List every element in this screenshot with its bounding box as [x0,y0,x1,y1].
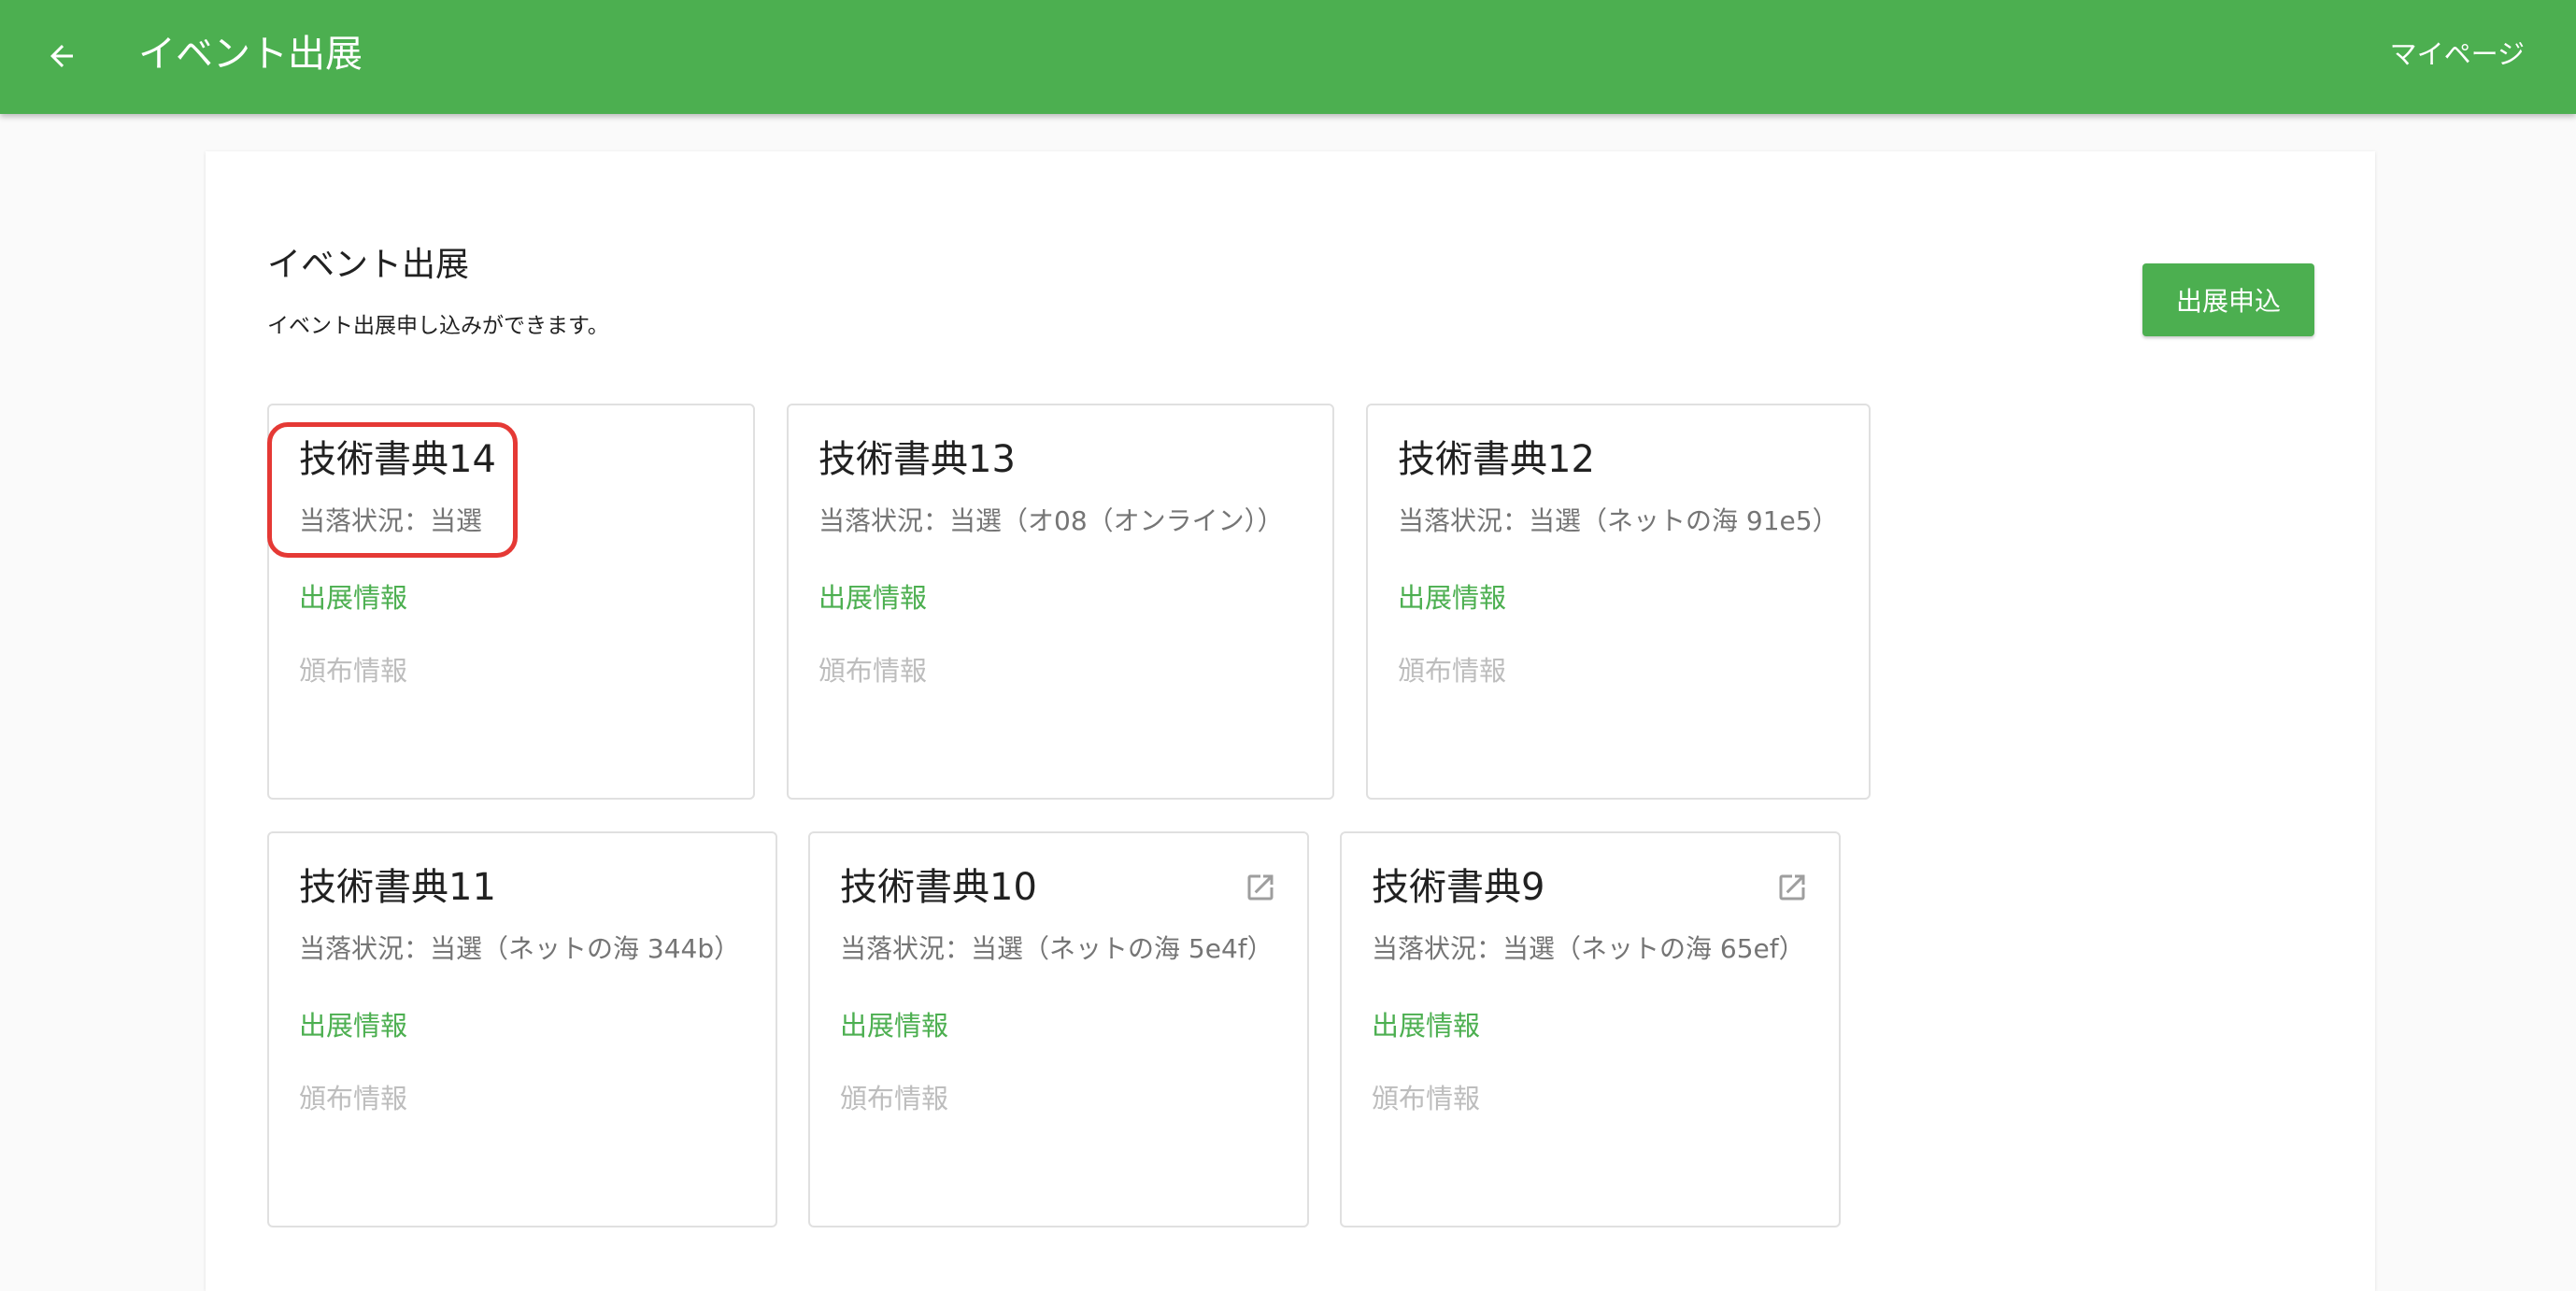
event-card: 技術書典10 当落状況：当選（ネットの海 5e4f） 出展情報 頒布情報 [808,831,1309,1227]
distribution-info-link: 頒布情報 [1372,1083,1481,1114]
lottery-status: 当落状況：当選（ネットの海 91e5） [1398,505,1839,536]
mypage-link[interactable]: マイページ [2390,34,2525,75]
exhibit-info-link[interactable]: 出展情報 [299,1007,407,1044]
distribution-info-link: 頒布情報 [299,1083,408,1114]
event-title: 技術書典12 [1398,438,1595,481]
event-title: 技術書典11 [299,866,496,909]
event-card: 技術書典14 当落状況：当選 出展情報 頒布情報 [267,404,755,800]
back-button[interactable] [36,30,88,82]
exhibit-info-link[interactable]: 出展情報 [299,579,407,617]
lottery-status: 当落状況：当選（オ08（オンライン）） [818,505,1284,536]
exhibit-info-link[interactable]: 出展情報 [840,1007,948,1044]
distribution-info-link: 頒布情報 [840,1083,949,1114]
exhibit-info-link[interactable]: 出展情報 [818,579,927,617]
arrow-left-icon [50,45,73,67]
lottery-status: 当落状況：当選（ネットの海 5e4f） [840,933,1274,964]
app-bar: イベント出展 マイページ [0,0,2576,114]
apply-button[interactable]: 出展申込 [2142,263,2314,336]
event-title: 技術書典10 [840,866,1037,909]
app-title: イベント出展 [138,33,363,76]
page-title: イベント出展 [267,246,470,284]
open-in-new-icon[interactable] [1775,871,1809,904]
event-title: 技術書典14 [299,438,496,481]
event-card: 技術書典9 当落状況：当選（ネットの海 65ef） 出展情報 頒布情報 [1340,831,1841,1227]
event-title: 技術書典13 [818,438,1016,481]
event-title: 技術書典9 [1372,866,1545,909]
page-description: イベント出展申し込みができます。 [267,314,609,338]
distribution-info-link: 頒布情報 [299,655,408,687]
lottery-status: 当落状況：当選（ネットの海 65ef） [1372,933,1805,964]
lottery-status: 当落状況：当選（ネットの海 344b） [299,933,741,964]
event-card: 技術書典12 当落状況：当選（ネットの海 91e5） 出展情報 頒布情報 [1366,404,1871,800]
distribution-info-link: 頒布情報 [818,655,928,687]
event-card: 技術書典11 当落状況：当選（ネットの海 344b） 出展情報 頒布情報 [267,831,777,1227]
lottery-status: 当落状況：当選 [299,505,483,536]
event-card: 技術書典13 当落状況：当選（オ08（オンライン）） 出展情報 頒布情報 [787,404,1334,800]
exhibit-info-link[interactable]: 出展情報 [1398,579,1506,617]
exhibit-info-link[interactable]: 出展情報 [1372,1007,1480,1044]
open-in-new-icon[interactable] [1244,871,1277,904]
distribution-info-link: 頒布情報 [1398,655,1507,687]
